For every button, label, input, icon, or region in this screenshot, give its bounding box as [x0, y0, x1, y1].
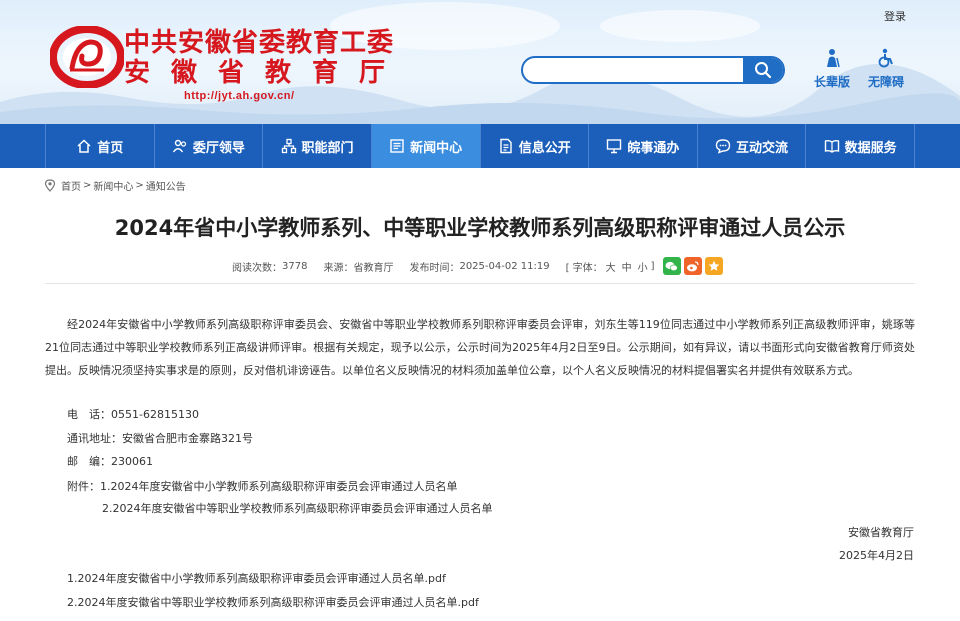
- header-cloud-decoration: [600, 10, 760, 42]
- search-input[interactable]: [523, 58, 745, 82]
- share-weibo-button[interactable]: [683, 257, 702, 275]
- monitor-icon: [607, 139, 622, 154]
- nav-item-leaders[interactable]: 委厅领导: [153, 124, 263, 168]
- font-size-medium[interactable]: 中: [622, 259, 632, 274]
- attachment-file-link[interactable]: 2.2024年度安徽省中等职业学校教师系列高级职称评审委员会评审通过人员名单.p…: [67, 594, 479, 610]
- nav-item-label: 互动交流: [736, 140, 789, 156]
- elder-icon: [827, 49, 840, 68]
- site-title-line2: 安徽省教育厅: [124, 58, 407, 88]
- attachment-file-link[interactable]: 1.2024年度安徽省中小学教师系列高级职称评审委员会评审通过人员名单.pdf: [67, 570, 446, 586]
- wechat-icon: [665, 261, 678, 271]
- contact-phone: 电 话：0551-62815130: [67, 408, 199, 421]
- leaders-icon: [172, 139, 187, 153]
- site-header: 登录 中共安徽省委教育工委 安徽省教育厅 http://jyt.ah.gov.c…: [0, 0, 960, 124]
- search-icon: [755, 62, 772, 79]
- search-box: [521, 56, 785, 84]
- accessibility-label: 无障碍: [867, 75, 904, 89]
- content-divider: [45, 283, 915, 284]
- weibo-icon: [687, 260, 699, 271]
- news-icon: [390, 139, 404, 153]
- publish-date: 2025-04-02 11:19: [459, 260, 550, 272]
- nav-item-label: 委厅领导: [192, 140, 245, 156]
- nav-item-label: 皖事通办: [627, 140, 680, 156]
- nav-item-interaction[interactable]: 互动交流: [696, 124, 806, 168]
- nav-item-online-services[interactable]: 皖事通办: [588, 124, 697, 168]
- nav-item-label: 新闻中心: [410, 140, 463, 156]
- chat-icon: [715, 139, 731, 154]
- nav-item-data-services[interactable]: 数据服务: [805, 124, 915, 168]
- font-size-small[interactable]: 小: [638, 259, 648, 274]
- breadcrumb-notices[interactable]: 通知公告: [146, 178, 186, 193]
- elder-mode-button[interactable]: 长辈版: [808, 48, 856, 90]
- login-link[interactable]: 登录: [884, 8, 906, 24]
- article-paragraph: 经2024年安徽省中小学教师系列高级职称评审委员会、安徽省中等职业学校教师系列职…: [45, 318, 915, 377]
- location-pin-icon: [44, 179, 56, 192]
- attachment-line-2: 2.2024年度安徽省中等职业学校教师系列高级职称评审委员会评审通过人员名单: [102, 502, 493, 515]
- party-education-logo: [50, 26, 124, 88]
- nav-item-info-disclosure[interactable]: 信息公开: [479, 124, 589, 168]
- article-meta: 阅读次数： 3778 来源： 省教育厅 发布时间： 2025-04-02 11:…: [232, 256, 723, 276]
- breadcrumb-news-center[interactable]: 新闻中心: [93, 178, 133, 193]
- signature-issuer: 安徽省教育厅: [848, 526, 914, 539]
- star-icon: [708, 260, 719, 271]
- org-chart-icon: [281, 138, 296, 154]
- views-count: 3778: [282, 260, 308, 272]
- breadcrumb-separator: >: [135, 180, 144, 191]
- article-body: 经2024年安徽省中小学教师系列高级职称评审委员会、安徽省中等职业学校教师系列职…: [45, 313, 915, 382]
- contact-address: 通讯地址：安徽省合肥市金寨路321号: [67, 432, 253, 445]
- site-title-line1: 中共安徽省委教育工委: [124, 28, 395, 58]
- book-icon: [824, 139, 839, 153]
- source-label: 来源：: [323, 262, 354, 274]
- nav-item-home[interactable]: 首页: [45, 124, 154, 168]
- breadcrumb-separator: >: [83, 180, 92, 191]
- nav-item-news[interactable]: 新闻中心: [370, 124, 480, 168]
- breadcrumb: 首页 > 新闻中心 > 通知公告: [44, 178, 186, 193]
- font-size-close: ]: [650, 260, 655, 272]
- signature-date: 2025年4月2日: [839, 549, 914, 562]
- publish-date-label: 发布时间：: [409, 262, 460, 274]
- nav-item-label: 信息公开: [518, 140, 571, 156]
- nav-item-label: 首页: [97, 140, 124, 156]
- nav-item-departments[interactable]: 职能部门: [262, 124, 371, 168]
- search-button[interactable]: [743, 58, 783, 82]
- favorite-button[interactable]: [704, 257, 723, 275]
- source-value: 省教育厅: [353, 262, 394, 274]
- site-url: http://jyt.ah.gov.cn/: [184, 90, 295, 102]
- nav-item-label: 数据服务: [844, 140, 897, 156]
- share-wechat-button[interactable]: [662, 257, 681, 275]
- article-title: 2024年省中小学教师系列、中等职业学校教师系列高级职称评审通过人员公示: [114, 216, 846, 240]
- document-icon: [500, 138, 512, 154]
- accessibility-button[interactable]: 无障碍: [862, 48, 910, 90]
- font-size-label: [ 字体：: [565, 262, 603, 274]
- elder-mode-label: 长辈版: [813, 75, 850, 89]
- attachment-line-1: 附件：1.2024年度安徽省中小学教师系列高级职称评审委员会评审通过人员名单: [67, 480, 458, 493]
- main-nav: 首页 委厅领导 职能部门 新闻中心 信息公开 皖事通办 互动交流 数据服务: [0, 124, 960, 168]
- wheelchair-icon: [878, 48, 893, 68]
- breadcrumb-home[interactable]: 首页: [61, 178, 81, 193]
- home-icon: [77, 139, 91, 153]
- contact-postcode: 邮 编：230061: [67, 455, 153, 468]
- views-label: 阅读次数：: [232, 262, 282, 274]
- nav-item-label: 职能部门: [301, 140, 354, 156]
- font-size-large[interactable]: 大: [606, 259, 616, 274]
